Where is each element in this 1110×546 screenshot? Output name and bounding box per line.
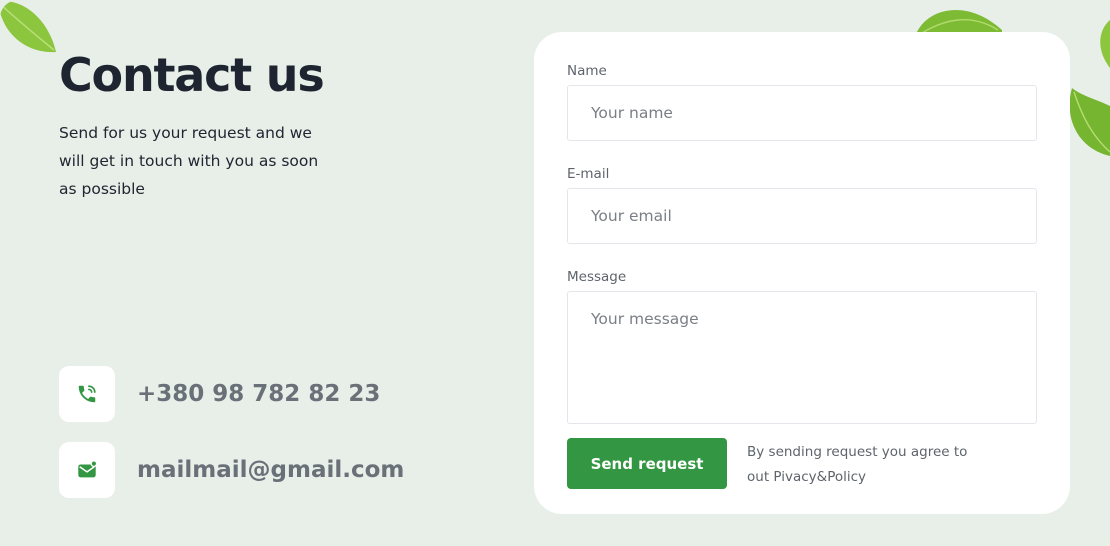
- email-input[interactable]: [567, 188, 1037, 244]
- email-label: E-mail: [567, 166, 610, 182]
- send-request-button[interactable]: Send request: [567, 438, 727, 489]
- envelope-icon: [78, 460, 98, 478]
- name-input[interactable]: [567, 85, 1037, 141]
- message-textarea[interactable]: [567, 291, 1037, 424]
- phone-contact[interactable]: +380 98 782 82 23: [59, 366, 380, 422]
- leaf-decoration-top-right: [916, 9, 1002, 34]
- contact-section: Contact us Send for us your request and …: [0, 0, 1110, 546]
- email-address[interactable]: mailmail@gmail.com: [137, 457, 404, 483]
- contact-form-card: Name E-mail Message Send request By send…: [534, 32, 1070, 514]
- page-subtitle: Send for us your request and we will get…: [59, 124, 319, 198]
- page-title: Contact us: [59, 48, 325, 102]
- email-icon-box: [59, 442, 115, 498]
- leaf-decoration-right: [1069, 88, 1110, 156]
- phone-number[interactable]: +380 98 782 82 23: [137, 381, 380, 407]
- name-label: Name: [567, 63, 607, 79]
- privacy-policy-note: By sending request you agree to out Piva…: [747, 444, 968, 485]
- leaf-decoration-right-edge: [1100, 20, 1110, 68]
- email-contact[interactable]: mailmail@gmail.com: [59, 442, 404, 498]
- message-label: Message: [567, 269, 627, 285]
- phone-call-icon: [78, 385, 96, 403]
- phone-icon-box: [59, 366, 115, 422]
